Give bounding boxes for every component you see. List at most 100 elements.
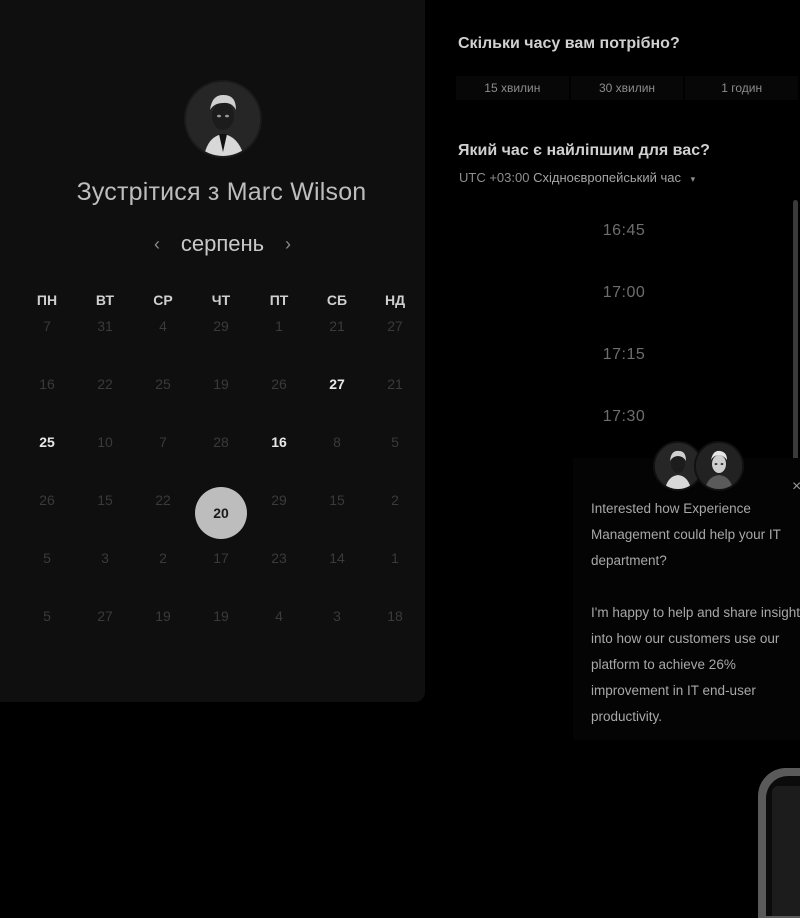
duration-option-15[interactable]: 15 хвилин (456, 76, 569, 100)
calendar-day: 29 (192, 310, 250, 368)
weekday-label: ВТ (95, 292, 115, 308)
next-month-icon[interactable]: › (281, 234, 295, 255)
calendar-day: 21 (366, 368, 424, 426)
duration-options: 15 хвилин 30 хвилин 1 годин (456, 76, 800, 100)
timezone-offset: UTC +03:00 (459, 170, 530, 185)
calendar-day: 29 (250, 484, 308, 542)
day-label: 25 (155, 376, 171, 392)
time-slot[interactable]: 17:15 (458, 324, 790, 386)
calendar-day: 2 (134, 542, 192, 600)
day-label: 2 (391, 492, 399, 508)
calendar-day: 27 (366, 310, 424, 368)
calendar-day: 4 (250, 600, 308, 658)
day-label: 16 (271, 434, 287, 450)
page-title: Зустрітися з Marc Wilson (76, 178, 367, 206)
day-label: 15 (97, 492, 113, 508)
calendar-day: 8 (308, 426, 366, 484)
duration-question: Скільки часу вам потрібно? (458, 35, 680, 52)
weekday-label: ЧТ (211, 292, 231, 308)
time-slot[interactable]: 16:45 (458, 200, 790, 262)
selected-day-label: 20 (195, 487, 247, 539)
weekday-label: СР (153, 292, 173, 308)
chat-launcher-icon (772, 786, 800, 916)
calendar-day: 19 (192, 368, 250, 426)
day-label: 21 (329, 318, 345, 334)
host-avatar (184, 80, 262, 158)
day-label: 29 (213, 318, 229, 334)
chat-message-text: Interested how Experience Management cou… (591, 501, 781, 568)
calendar-day: 28 (192, 426, 250, 484)
weekday-label: ПН (36, 292, 58, 308)
day-label: 21 (387, 376, 403, 392)
calendar-day: 15 (76, 484, 134, 542)
calendar-day: 26 (18, 484, 76, 542)
day-label: 29 (271, 492, 287, 508)
day-label: 23 (271, 550, 287, 566)
month-navigation: ‹ серпень › (150, 228, 295, 260)
day-label: 26 (271, 376, 287, 392)
weekday-label: ПТ (269, 292, 289, 308)
day-label: 1 (275, 318, 283, 334)
day-label: 27 (97, 608, 113, 624)
calendar-day: 25 (134, 368, 192, 426)
close-icon[interactable]: × (792, 478, 800, 496)
time-slot[interactable]: 17:00 (458, 262, 790, 324)
calendar-day: 15 (308, 484, 366, 542)
time-slot[interactable]: 17:30 (458, 386, 790, 448)
day-label: 27 (329, 376, 345, 392)
calendar-day: 18 (366, 600, 424, 658)
calendar-day: 10 (76, 426, 134, 484)
calendar-day: 1 (250, 310, 308, 368)
day-label: 19 (213, 376, 229, 392)
day-label: 26 (39, 492, 55, 508)
day-label: 4 (275, 608, 283, 624)
day-label: 19 (213, 608, 229, 624)
day-label: 17 (213, 550, 229, 566)
calendar-day: 16 (18, 368, 76, 426)
calendar-day[interactable]: 27 (308, 368, 366, 426)
person-avatar-icon (696, 443, 742, 489)
calendar-day: 19 (192, 600, 250, 658)
calendar-day[interactable]: 25 (18, 426, 76, 484)
calendar-day: 5 (18, 542, 76, 600)
timezone-selector[interactable]: UTC +03:00 Східноєвропейський час ▾ (459, 170, 695, 185)
calendar-day: 1 (366, 542, 424, 600)
day-label: 16 (39, 376, 55, 392)
calendar-day: 7 (134, 426, 192, 484)
day-label: 18 (387, 608, 403, 624)
day-label: 5 (391, 434, 399, 450)
calendar-day[interactable]: 20 (192, 484, 250, 542)
day-label: 7 (43, 318, 51, 334)
duration-option-60[interactable]: 1 годин (685, 76, 799, 100)
month-label: серпень (180, 231, 265, 256)
day-label: 5 (43, 608, 51, 624)
day-label: 3 (101, 550, 109, 566)
calendar-day: 21 (308, 310, 366, 368)
weekday-label: СБ (326, 292, 348, 308)
calendar-day: 14 (308, 542, 366, 600)
day-label: 7 (159, 434, 167, 450)
day-label: 4 (159, 318, 167, 334)
calendar-day: 22 (76, 368, 134, 426)
calendar-day: 5 (18, 600, 76, 658)
day-label: 28 (213, 434, 229, 450)
day-label: 5 (43, 550, 51, 566)
timezone-name: Східноєвропейський час (533, 170, 681, 185)
day-label: 14 (329, 550, 345, 566)
calendar-day: 17 (192, 542, 250, 600)
prev-month-icon[interactable]: ‹ (150, 234, 164, 255)
calendar-day: 31 (76, 310, 134, 368)
calendar-day: 19 (134, 600, 192, 658)
day-label: 1 (391, 550, 399, 566)
duration-option-30[interactable]: 30 хвилин (570, 76, 684, 100)
chat-message: Interested how Experience Management cou… (591, 496, 800, 730)
day-label: 27 (387, 318, 403, 334)
day-label: 3 (333, 608, 341, 624)
calendar-day[interactable]: 16 (250, 426, 308, 484)
calendar-day: 7 (18, 310, 76, 368)
day-label: 10 (97, 434, 113, 450)
day-label: 2 (159, 550, 167, 566)
calendar-day: 27 (76, 600, 134, 658)
agent-avatar (694, 441, 744, 491)
weekday-header: ПН ВТ СР ЧТ ПТ СБ НД (18, 292, 423, 312)
